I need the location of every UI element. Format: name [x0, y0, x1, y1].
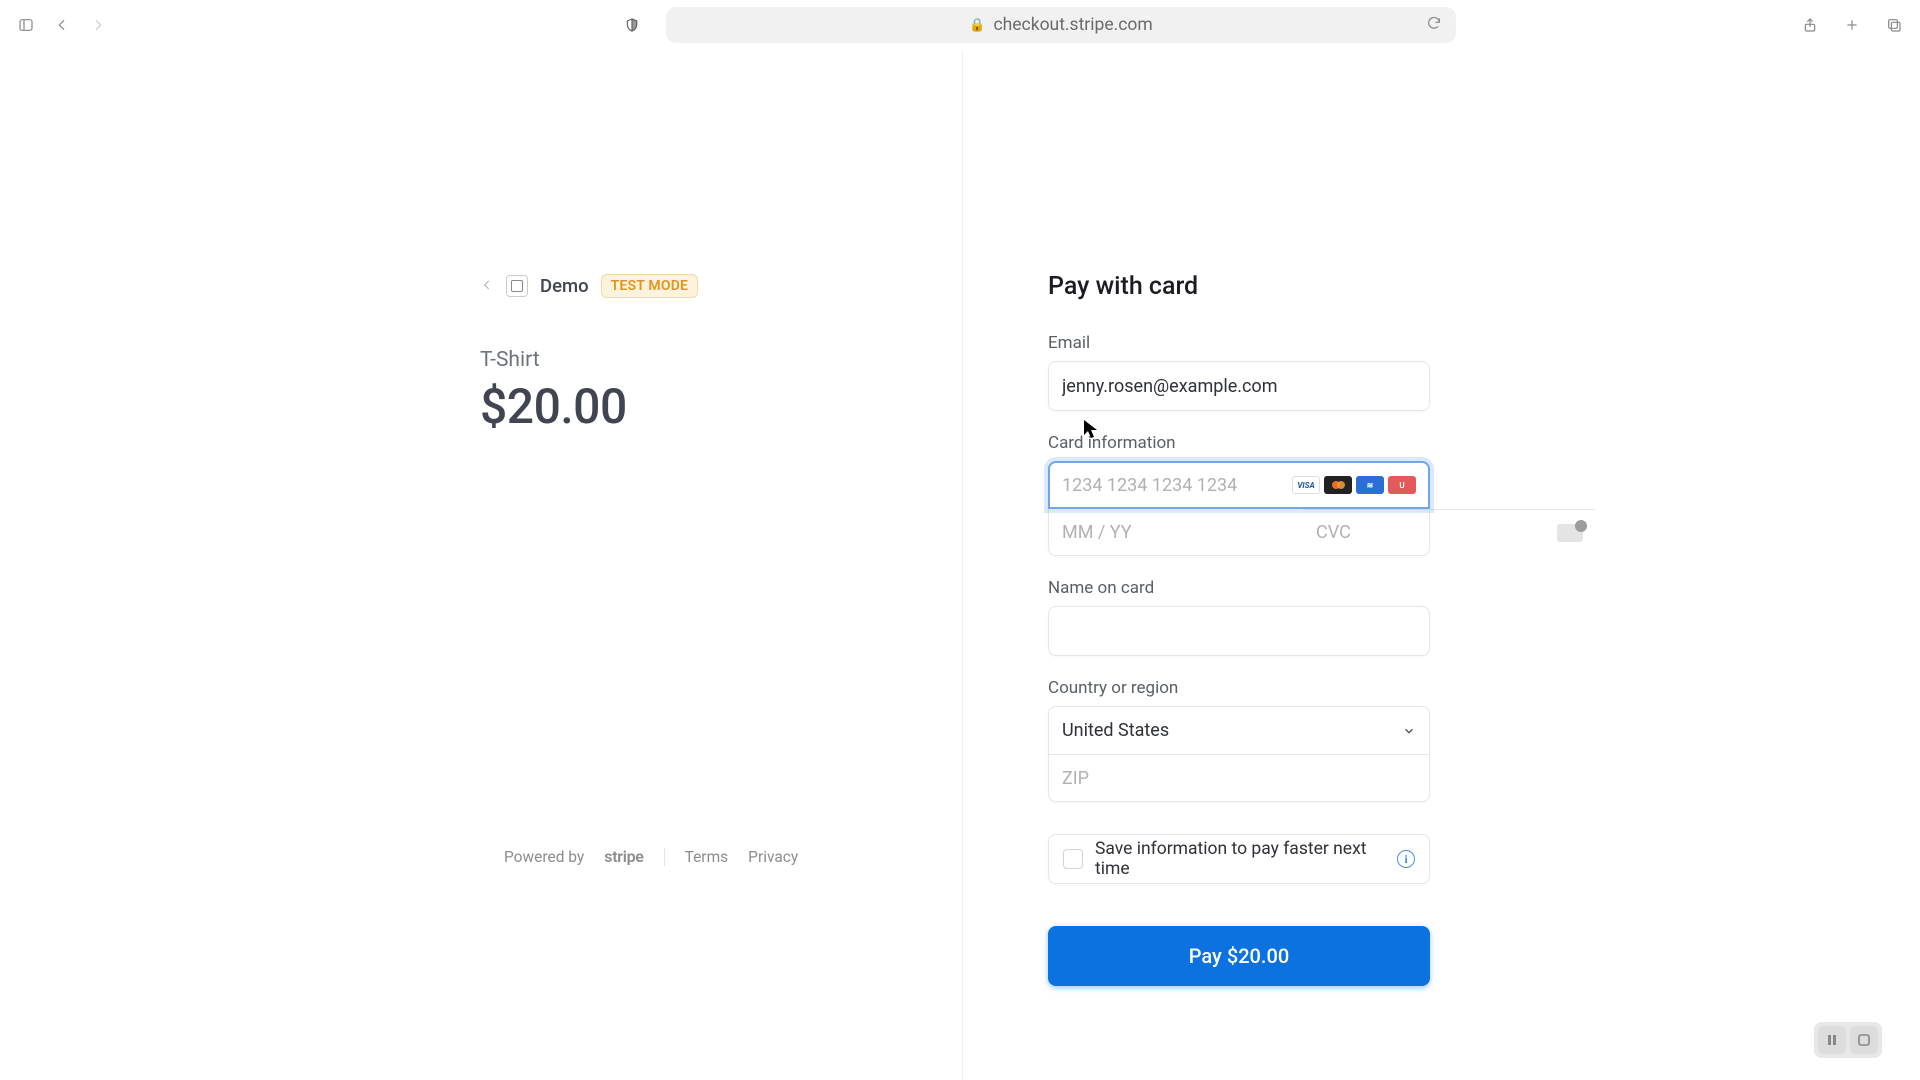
expand-icon[interactable]	[1850, 1026, 1878, 1054]
info-icon[interactable]: i	[1397, 850, 1415, 868]
card-input-group: VISA ≋ U	[1048, 461, 1430, 556]
stripe-logo: stripe	[604, 847, 643, 866]
card-brand-icon-3: ≋	[1356, 476, 1384, 494]
browser-toolbar: 🔒 checkout.stripe.com	[0, 0, 1920, 50]
zip-field[interactable]	[1049, 755, 1429, 801]
save-info-checkbox[interactable]	[1063, 849, 1083, 869]
save-info-label: Save information to pay faster next time	[1095, 839, 1385, 879]
footer-divider	[664, 848, 665, 866]
powered-by-label: Powered by	[504, 848, 584, 866]
card-expiry-field[interactable]	[1049, 509, 1303, 555]
mastercard-icon	[1324, 476, 1352, 494]
forward-icon	[84, 11, 112, 39]
merchant-name: Demo	[540, 275, 589, 297]
terms-link[interactable]: Terms	[685, 848, 729, 866]
new-tab-icon[interactable]	[1838, 11, 1866, 39]
country-value: United States	[1062, 720, 1169, 741]
chevron-down-icon	[1402, 724, 1416, 738]
cardholder-name-field[interactable]	[1048, 606, 1430, 656]
media-controls	[1814, 1022, 1882, 1058]
merchant-back-icon[interactable]	[480, 277, 494, 296]
share-icon[interactable]	[1796, 11, 1824, 39]
privacy-shield-icon[interactable]	[618, 11, 646, 39]
visa-icon: VISA	[1292, 476, 1320, 494]
cvc-icon	[1557, 524, 1583, 542]
url-bar[interactable]: 🔒 checkout.stripe.com	[666, 7, 1456, 43]
cardholder-name-label: Name on card	[1048, 578, 1430, 598]
email-label: Email	[1048, 333, 1430, 353]
merchant-header: Demo TEST MODE	[480, 274, 900, 298]
tabs-overview-icon[interactable]	[1880, 11, 1908, 39]
card-info-label: Card information	[1048, 433, 1430, 453]
line-item-name: T-Shirt	[480, 348, 900, 372]
pay-button[interactable]: Pay $20.00	[1048, 926, 1430, 986]
region-input-group: United States	[1048, 706, 1430, 802]
form-heading: Pay with card	[1048, 272, 1430, 301]
card-brand-icon-4: U	[1388, 476, 1416, 494]
card-number-field[interactable]	[1062, 475, 1292, 496]
url-text: checkout.stripe.com	[993, 15, 1152, 35]
checkout-footer: Powered by stripe Terms Privacy	[504, 847, 798, 866]
sidebar-toggle-icon[interactable]	[12, 11, 40, 39]
reload-icon[interactable]	[1426, 15, 1442, 36]
back-icon[interactable]	[48, 11, 76, 39]
card-cvc-field[interactable]	[1303, 510, 1557, 555]
email-field[interactable]	[1048, 361, 1430, 411]
country-label: Country or region	[1048, 678, 1430, 698]
privacy-link[interactable]: Privacy	[748, 848, 798, 866]
card-brand-icons: VISA ≋ U	[1292, 476, 1416, 494]
pause-icon[interactable]	[1818, 1026, 1846, 1054]
country-select[interactable]: United States	[1049, 707, 1429, 755]
test-mode-badge: TEST MODE	[601, 274, 699, 298]
save-info-row[interactable]: Save information to pay faster next time…	[1048, 834, 1430, 884]
lock-icon: 🔒	[969, 18, 985, 33]
merchant-icon	[506, 275, 528, 297]
line-item-price: $20.00	[480, 378, 900, 435]
